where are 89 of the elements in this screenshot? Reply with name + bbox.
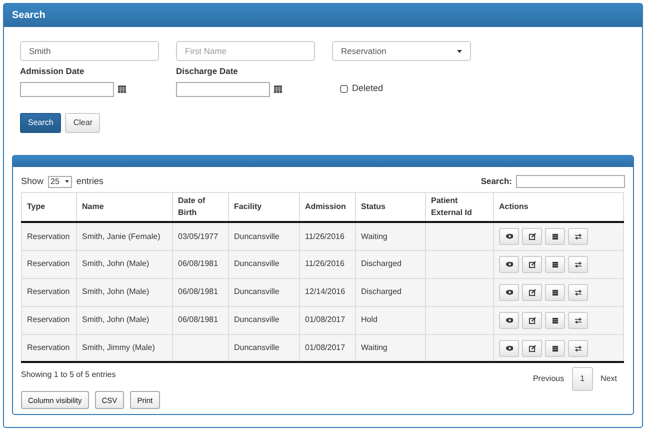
table-cell: Reservation	[22, 334, 76, 362]
table-cell: 12/14/2016	[300, 278, 356, 306]
edit-button[interactable]	[522, 284, 542, 301]
table-cell: 11/26/2016	[300, 250, 356, 278]
calendar-button[interactable]	[545, 284, 565, 301]
table-cell: Smith, John (Male)	[76, 306, 172, 334]
edit-icon	[528, 288, 536, 296]
page-link[interactable]: Previous	[524, 369, 572, 390]
table-cell: 01/08/2017	[300, 334, 356, 362]
table-cell: Reservation	[22, 222, 76, 250]
table-cell: Waiting	[356, 222, 426, 250]
page-link[interactable]: 1	[572, 367, 593, 392]
eye-icon	[506, 233, 512, 240]
transfer-button[interactable]	[568, 256, 588, 273]
swap-arrows-icon	[574, 344, 582, 352]
table-cell: Discharged	[356, 250, 426, 278]
table-cell: Smith, Janie (Female)	[76, 222, 172, 250]
transfer-button[interactable]	[568, 312, 588, 329]
edit-icon	[528, 260, 536, 268]
admission-date-field[interactable]	[20, 82, 114, 97]
view-button[interactable]	[499, 312, 519, 329]
caret-icon	[65, 180, 70, 183]
panel-title: Search	[4, 4, 642, 27]
edit-button[interactable]	[522, 228, 542, 245]
last-name-field[interactable]: Smith	[20, 41, 159, 61]
table-cell: 06/08/1981	[172, 250, 228, 278]
table-cell: Smith, John (Male)	[76, 250, 172, 278]
table-cell: Reservation	[22, 278, 76, 306]
table-cell: 06/08/1981	[172, 306, 228, 334]
table-cell: Duncansville	[228, 334, 300, 362]
table-cell: Duncansville	[228, 222, 300, 250]
eye-icon	[506, 316, 512, 324]
transfer-button[interactable]	[568, 284, 588, 301]
view-button[interactable]	[499, 228, 519, 245]
table-cell: Reservation	[22, 306, 76, 334]
view-button[interactable]	[499, 284, 519, 301]
table-cell: Reservation	[22, 250, 76, 278]
select-value: Reservation	[341, 44, 386, 58]
table-info: Showing 1 to 5 of 5 entries	[21, 369, 117, 382]
table-cell: 06/08/1981	[172, 278, 228, 306]
transfer-button[interactable]	[568, 340, 588, 356]
table-cell: Smith, Jimmy (Male)	[76, 334, 172, 362]
calendar-button[interactable]	[545, 312, 565, 329]
table-cell: 11/26/2016	[300, 222, 356, 250]
table-cell: Duncansville	[228, 250, 300, 278]
length-label: Show	[21, 174, 44, 188]
calendar-button[interactable]	[545, 256, 565, 273]
table-cell: Duncansville	[228, 306, 300, 334]
calendar-button[interactable]	[545, 340, 565, 356]
table-cell: Hold	[356, 306, 426, 334]
table-cell: 01/08/2017	[300, 306, 356, 334]
table-cell: Smith, John (Male)	[76, 278, 172, 306]
swap-arrows-icon	[574, 260, 582, 268]
checkbox-label: Deleted	[352, 82, 384, 96]
table-search-field[interactable]	[516, 175, 625, 188]
page-link[interactable]: Next	[592, 369, 625, 390]
edit-icon	[528, 233, 536, 240]
length-label: entries	[76, 174, 104, 188]
calendar-button[interactable]	[545, 228, 565, 245]
discharge-date-field[interactable]	[176, 82, 270, 97]
eye-icon	[506, 344, 512, 352]
table-cell: 03/05/1977	[172, 222, 228, 250]
transfer-button[interactable]	[568, 228, 588, 245]
eye-icon	[506, 288, 512, 296]
table-cell: Duncansville	[228, 278, 300, 306]
field-label: Admission Date	[20, 65, 86, 78]
deleted-checkbox[interactable]	[340, 84, 348, 93]
table-cell: Waiting	[356, 334, 426, 362]
entries-select[interactable]: 25	[48, 176, 72, 188]
edit-button[interactable]	[522, 256, 542, 273]
edit-button[interactable]	[522, 312, 542, 329]
swap-arrows-icon	[574, 233, 582, 240]
edit-icon	[528, 316, 536, 324]
view-button[interactable]	[499, 256, 519, 273]
swap-arrows-icon	[574, 316, 582, 324]
clear-button[interactable]: Clear	[65, 112, 100, 133]
view-button[interactable]	[499, 340, 519, 356]
type-select[interactable]: Reservation	[332, 41, 471, 61]
swap-arrows-icon	[574, 288, 582, 296]
search-label: Search:	[480, 175, 512, 188]
field-label: Discharge Date	[176, 65, 239, 78]
eye-icon	[506, 260, 512, 268]
table-cell: Discharged	[356, 278, 426, 306]
edit-button[interactable]	[522, 340, 542, 356]
first-name-field[interactable]: First Name	[176, 41, 315, 61]
select-value: 25	[50, 176, 60, 188]
caret-icon	[457, 50, 462, 52]
search-button[interactable]: Search	[20, 112, 62, 133]
edit-icon	[528, 344, 536, 352]
